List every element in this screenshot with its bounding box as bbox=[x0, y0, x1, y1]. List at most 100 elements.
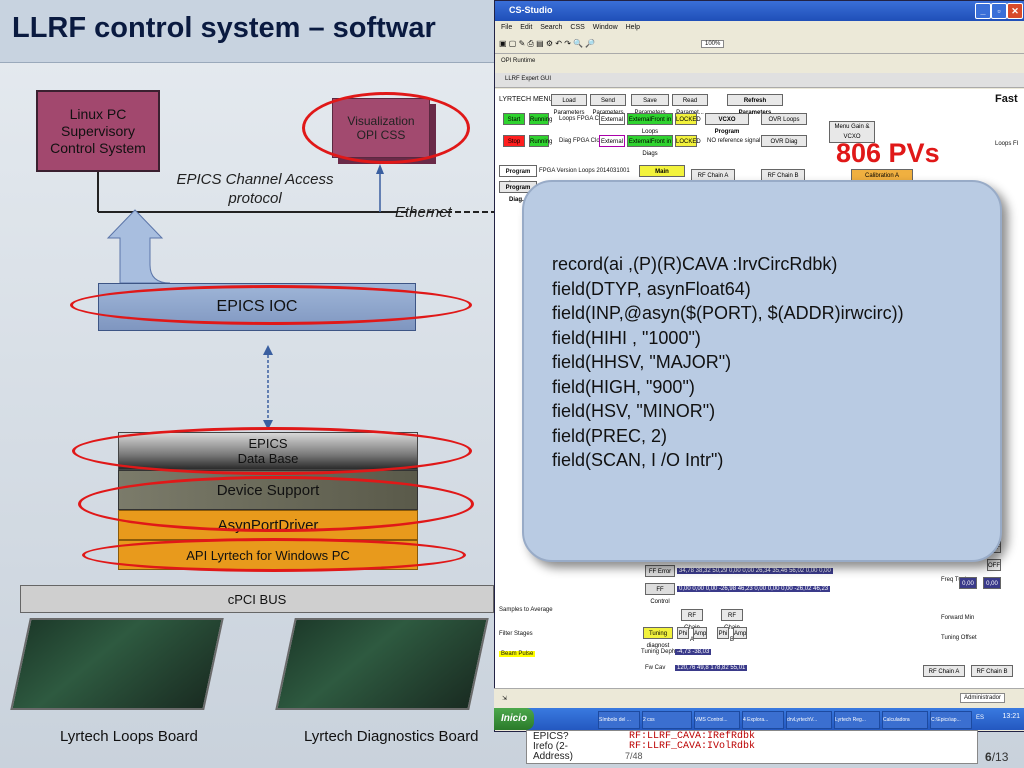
forward-min-label: Forward Min bbox=[941, 615, 975, 621]
maximize-icon[interactable]: ▫ bbox=[991, 3, 1007, 19]
highlight-ellipse-device-support bbox=[78, 476, 474, 532]
tuning-diagnostic-button[interactable]: Tuning diagnost bbox=[643, 627, 673, 649]
fast-label: Fast bbox=[995, 93, 1018, 105]
save-parameters-button[interactable]: Save Parameters bbox=[631, 94, 669, 116]
read-parameters-button[interactable]: Read Paramet... bbox=[672, 94, 708, 116]
highlight-ellipse-database bbox=[72, 427, 472, 475]
record-snippet: RF:LLRF_CAVA:IRefRdbk RF:LLRF_CAVA:IVolR… bbox=[629, 731, 756, 752]
running-indicator: Running bbox=[529, 113, 552, 125]
zero-value-2: 0,00 bbox=[983, 577, 1001, 589]
phi-b-button[interactable]: Phi bbox=[717, 627, 729, 639]
page-number: 6 bbox=[985, 750, 992, 764]
pv-line: field(HIHI , "1000") bbox=[552, 327, 701, 348]
minimize-icon[interactable]: _ bbox=[975, 3, 991, 19]
off-toggle-2[interactable]: OFF bbox=[987, 559, 1001, 571]
tuning-offset-label: Tuning Offset bbox=[941, 635, 977, 641]
external-front-loops-indicator: ExternalFront in Loops bbox=[627, 113, 673, 135]
pv-record-lines: record(ai ,(P)(R)CAVA :IrvCircRdbk) fiel… bbox=[552, 252, 904, 473]
ff-control-values: 0,00 0,00 0,00 -26,98 46,23 0,00 0,00 0,… bbox=[677, 586, 831, 592]
rf-chain-a-bottom-tab[interactable]: RF Chain A bbox=[923, 665, 965, 677]
rf-chain-b-bottom-tab[interactable]: RF Chain B bbox=[971, 665, 1013, 677]
status-icon: ⇲ bbox=[502, 696, 508, 702]
pv-line: field(HIGH, "900") bbox=[552, 376, 695, 397]
pv-line: record(ai ,(P)(R)CAVA :IrvCircRdbk) bbox=[552, 254, 838, 274]
pv-line: field(PREC, 2) bbox=[552, 425, 668, 446]
start-button[interactable]: Start bbox=[503, 113, 525, 125]
phi-a-button[interactable]: Phi bbox=[677, 627, 689, 639]
opi-tab[interactable]: OPI Runtime bbox=[495, 55, 1024, 69]
highlight-ellipse-ioc bbox=[70, 285, 472, 325]
bottom-snippet: EPICS? Irefo (2- Address) RF:LLRF_CAVA:I… bbox=[526, 730, 978, 764]
refresh-parameters-button[interactable]: Refresh Parameters bbox=[727, 94, 783, 116]
close-icon[interactable]: ✕ bbox=[1007, 3, 1023, 19]
rf-chain-b-small[interactable]: RF Chain B bbox=[721, 609, 743, 643]
amp-b-button[interactable]: Amp bbox=[733, 627, 747, 639]
menu-file[interactable]: File bbox=[501, 24, 512, 31]
ovr-loops-select[interactable]: OVR Loops bbox=[761, 113, 807, 125]
loops-board-label: Lyrtech Loops Board bbox=[60, 728, 198, 745]
fpga-version-label: FPGA Version Loops 2014031001 bbox=[539, 168, 630, 174]
user-button[interactable]: Administrador bbox=[960, 693, 1006, 703]
status-bar: ⇲ Administrador bbox=[494, 688, 1024, 709]
taskbar-item[interactable]: Lyrtech Reg... bbox=[834, 711, 880, 729]
epics-snippet: EPICS? Irefo (2- Address) bbox=[533, 731, 574, 762]
llrf-gui-tab[interactable]: LLRF Expert GUI bbox=[495, 73, 1024, 88]
llrf-gui-tab-label: LLRF Expert GUI bbox=[505, 76, 552, 82]
start-button[interactable]: Inicio bbox=[494, 708, 534, 730]
toolbar-icons[interactable]: ▣ ▢ ✎ ⎙ ▤ ⚙ ↶ ↷ 🔍 🔎 bbox=[499, 39, 595, 49]
slide-title: LLRF control system – softwar bbox=[12, 12, 436, 44]
rf-chain-a-small[interactable]: RF Chain A bbox=[681, 609, 703, 643]
window-titlebar: CS-Studio _ ▫ ✕ bbox=[495, 1, 1024, 21]
tuning-dephase-values: -4,73 -38,03 bbox=[675, 649, 712, 655]
linux-pc-box: Linux PC Supervisory Control System bbox=[36, 90, 160, 172]
ff-control-label: FF Control bbox=[645, 583, 675, 605]
locked-indicator: LOCKED bbox=[675, 113, 701, 125]
taskbar-item[interactable]: 2 css bbox=[642, 711, 692, 729]
taskbar-item[interactable]: C:\Epics\ap... bbox=[930, 711, 972, 729]
ethernet-label: Ethernet bbox=[395, 204, 452, 221]
pv-record-callout: record(ai ,(P)(R)CAVA :IrvCircRdbk) fiel… bbox=[522, 180, 1002, 562]
pv-line: field(DTYP, asynFloat64) bbox=[552, 278, 751, 299]
language-indicator[interactable]: ES bbox=[976, 715, 984, 721]
samples-average-label: Samples to Average bbox=[499, 607, 553, 613]
fw-cav-label: Fw Cav bbox=[645, 665, 666, 671]
highlight-ellipse-visualization bbox=[302, 92, 470, 164]
page-total: /13 bbox=[991, 750, 1009, 764]
taskbar-item[interactable]: Símbolo del ... bbox=[598, 711, 640, 729]
lyrtech-menu-label: LYRTECH MENU bbox=[499, 96, 554, 103]
cpci-bus-label: cPCI BUS bbox=[227, 591, 287, 607]
beam-pulse-label: Beam Pulse bbox=[499, 651, 536, 657]
ovr-diag-select[interactable]: OVR Diag bbox=[761, 135, 807, 147]
diag-clock-select[interactable]: External bbox=[599, 135, 625, 147]
menu-css[interactable]: CSS bbox=[570, 24, 584, 31]
cpci-bus-box: cPCI BUS bbox=[20, 585, 494, 613]
taskbar-item[interactable]: 4 Explora... bbox=[742, 711, 784, 729]
pv-count-label: 806 PVs bbox=[836, 138, 940, 168]
loops-clock-select[interactable]: External bbox=[599, 113, 625, 125]
menu-edit[interactable]: Edit bbox=[520, 24, 532, 31]
load-parameters-button[interactable]: Load Parameters bbox=[551, 94, 587, 116]
stop-button[interactable]: Stop bbox=[503, 135, 525, 147]
menu-search[interactable]: Search bbox=[540, 24, 562, 31]
main-diagnostics-button[interactable]: Main Diagnostics bbox=[639, 165, 685, 187]
toolbar: ▣ ▢ ✎ ⎙ ▤ ⚙ ↶ ↷ 🔍 🔎 100% bbox=[495, 35, 1024, 54]
snippet-extra: 7/48 bbox=[625, 751, 643, 761]
amp-a-button[interactable]: Amp bbox=[693, 627, 707, 639]
channel-access-label: EPICS Channel Access protocol bbox=[176, 171, 334, 207]
ff-error-values: 34,78 38,32 50,29 0,00 0,00 26,34 35,46 … bbox=[677, 568, 833, 574]
menu-help[interactable]: Help bbox=[626, 24, 640, 31]
diagnostics-board-image bbox=[275, 618, 489, 710]
external-front-diag-indicator: ExternalFront in Diags bbox=[627, 135, 673, 157]
vcxo-program-button[interactable]: VCXO Program bbox=[705, 113, 749, 135]
no-reference-label: NO reference signal bbox=[707, 138, 761, 144]
taskbar-item[interactable]: VMS Control... bbox=[694, 711, 740, 729]
fw-cav-values: 120,76 49,8 178,82 55,01 bbox=[675, 665, 748, 671]
taskbar-item[interactable]: drvLyrtechV... bbox=[786, 711, 832, 729]
program-loops-button[interactable]: Program Loops bbox=[499, 165, 537, 187]
zoom-select[interactable]: 100% bbox=[701, 40, 725, 48]
filter-stages-label: Filter Stages bbox=[499, 631, 533, 637]
menu-window[interactable]: Window bbox=[593, 24, 618, 31]
loops-board-image bbox=[10, 618, 224, 710]
send-parameters-button[interactable]: Send Parameters bbox=[590, 94, 626, 116]
taskbar-item[interactable]: Calculadora bbox=[882, 711, 928, 729]
